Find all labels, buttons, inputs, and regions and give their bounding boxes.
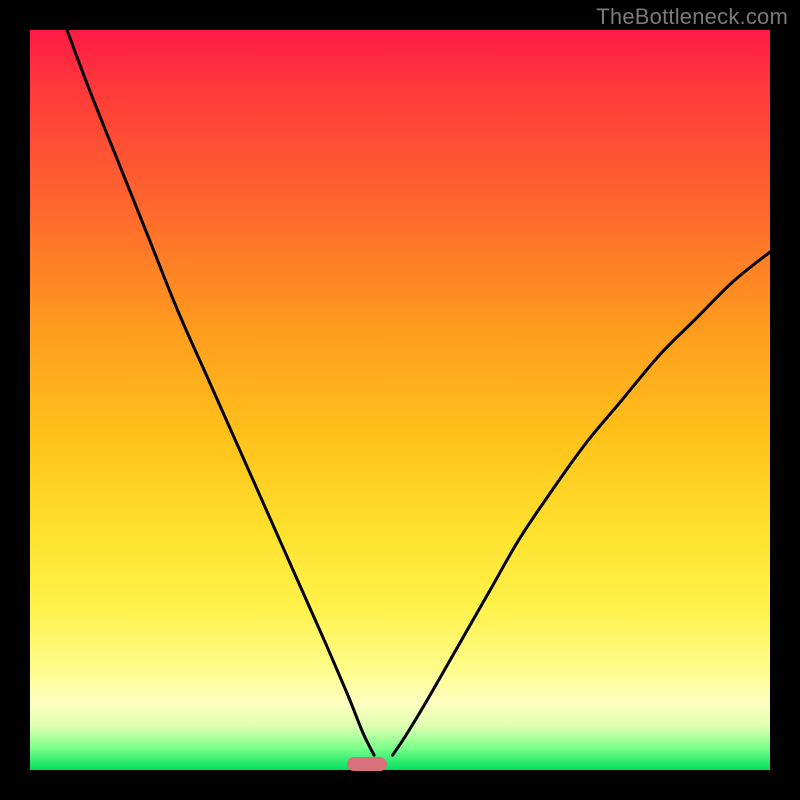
curve-left: [67, 30, 374, 755]
watermark-text: TheBottleneck.com: [596, 4, 788, 30]
chart-frame: TheBottleneck.com: [0, 0, 800, 800]
curve-layer: [30, 30, 770, 770]
plot-area: [30, 30, 770, 770]
optimum-marker: [347, 757, 387, 771]
curve-right: [393, 252, 770, 755]
